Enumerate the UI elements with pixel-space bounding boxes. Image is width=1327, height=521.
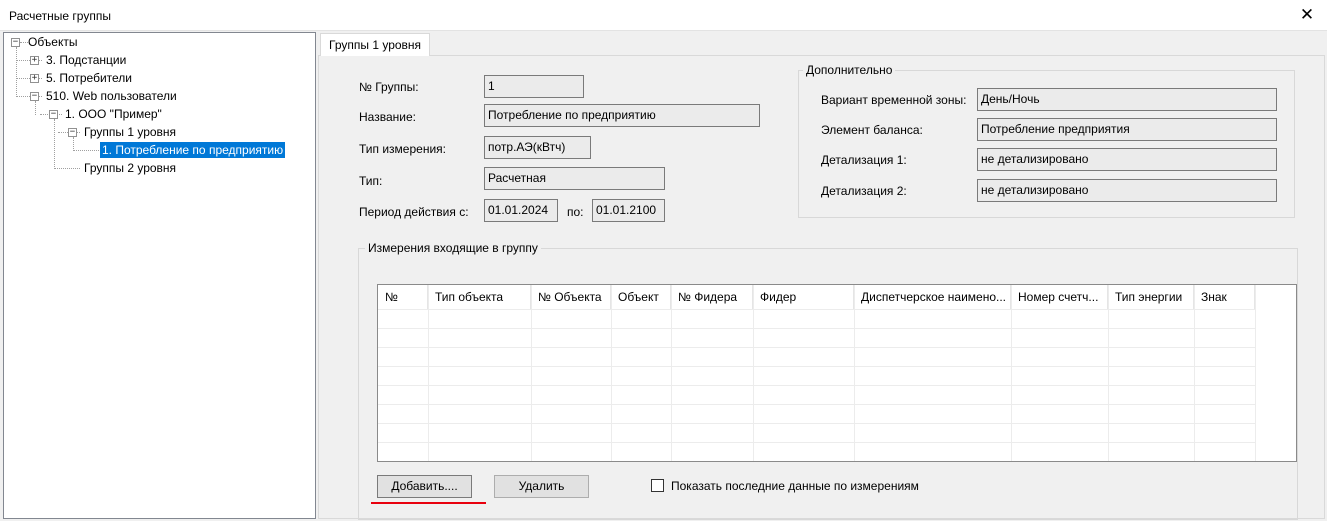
- tree-line: [73, 137, 74, 151]
- tree-line: [73, 150, 99, 151]
- tab-groups-level-1[interactable]: Группы 1 уровня: [320, 33, 431, 56]
- grid-row-line: [378, 385, 1255, 386]
- measure-type-label: Тип измерения:: [359, 142, 446, 156]
- balance-label: Элемент баланса:: [821, 123, 923, 137]
- expand-icon[interactable]: +: [30, 74, 39, 83]
- add-button[interactable]: Добавить....: [377, 475, 472, 498]
- type-field[interactable]: Расчетная: [484, 167, 665, 190]
- grid-col-line: [428, 285, 429, 461]
- tree-node-label: 1. Потребление по предприятию: [100, 142, 286, 158]
- column-header[interactable]: Объект: [611, 285, 671, 309]
- group-number-field[interactable]: 1: [484, 75, 584, 98]
- tree-line: [35, 101, 36, 115]
- grid-col-line: [854, 285, 855, 461]
- grid-header: № Тип объекта № Объекта Объект № Фидера …: [378, 285, 1255, 309]
- measurements-grid[interactable]: № Тип объекта № Объекта Объект № Фидера …: [377, 284, 1297, 462]
- collapse-icon[interactable]: −: [68, 128, 77, 137]
- tree-node-label: 510. Web пользователи: [46, 89, 177, 103]
- tree-line: [54, 168, 80, 169]
- column-header[interactable]: Номер счетч...: [1011, 285, 1108, 309]
- additional-legend: Дополнительно: [803, 63, 896, 77]
- column-header[interactable]: Тип объекта: [428, 285, 531, 309]
- collapse-icon[interactable]: −: [49, 110, 58, 119]
- tree-node-label: Группы 1 уровня: [84, 125, 177, 139]
- grid-row-line: [378, 328, 1255, 329]
- column-header[interactable]: № Фидера: [671, 285, 753, 309]
- tree-line: [54, 119, 55, 169]
- period-to-field[interactable]: 01.01.2100: [592, 199, 665, 222]
- column-header[interactable]: № Объекта: [531, 285, 611, 309]
- detail1-label: Детализация 1:: [821, 153, 907, 167]
- grid-col-line: [753, 285, 754, 461]
- column-header[interactable]: Знак: [1194, 285, 1255, 309]
- collapse-icon[interactable]: −: [11, 38, 20, 47]
- tree-node-label: 1. ООО "Пример": [65, 107, 162, 121]
- tree-line: [16, 47, 17, 97]
- expand-icon[interactable]: +: [30, 56, 39, 65]
- window-title: Расчетные группы: [9, 9, 111, 23]
- group-number-label: № Группы:: [359, 80, 419, 94]
- tree-node-label: Группы 2 уровня: [84, 161, 177, 175]
- grid-row-line: [378, 309, 1255, 310]
- period-from-label: Период действия с:: [359, 205, 469, 219]
- timezone-label: Вариант временной зоны:: [821, 93, 967, 107]
- detail2-field[interactable]: не детализировано: [977, 179, 1277, 202]
- grid-col-line: [1108, 285, 1109, 461]
- name-field[interactable]: Потребление по предприятию: [484, 104, 760, 127]
- annotation-underline: [371, 502, 486, 504]
- tree-node-label: 5. Потребители: [46, 71, 133, 85]
- grid-row-line: [378, 347, 1255, 348]
- grid-row-line: [378, 366, 1255, 367]
- column-header[interactable]: Фидер: [753, 285, 854, 309]
- grid-row-line: [378, 442, 1255, 443]
- grid-col-line: [1194, 285, 1195, 461]
- grid-col-line: [1011, 285, 1012, 461]
- period-from-field[interactable]: 01.01.2024: [484, 199, 558, 222]
- delete-button[interactable]: Удалить: [494, 475, 589, 498]
- period-to-label: по:: [567, 205, 584, 219]
- tree-node-label: 3. Подстанции: [46, 53, 127, 67]
- measure-type-field[interactable]: потр.АЭ(кВтч): [484, 136, 591, 159]
- grid-row-line: [378, 404, 1255, 405]
- collapse-icon[interactable]: −: [30, 92, 39, 101]
- timezone-field[interactable]: День/Ночь: [977, 88, 1277, 111]
- column-header[interactable]: Диспетчерское наимено...: [854, 285, 1011, 309]
- detail1-field[interactable]: не детализировано: [977, 148, 1277, 171]
- close-icon[interactable]: ✕: [1297, 5, 1317, 25]
- column-header[interactable]: №: [378, 285, 428, 309]
- type-label: Тип:: [359, 174, 383, 188]
- grid-col-line: [1255, 285, 1256, 461]
- column-header[interactable]: Тип энергии: [1108, 285, 1194, 309]
- title-bar: Расчетные группы ✕: [0, 0, 1327, 31]
- grid-col-line: [671, 285, 672, 461]
- grid-row-line: [378, 423, 1255, 424]
- grid-col-line: [611, 285, 612, 461]
- show-last-data-checkbox[interactable]: [651, 479, 664, 492]
- detail-panel: Группы 1 уровня № Группы: 1 Название: По…: [318, 32, 1325, 520]
- show-last-data-label[interactable]: Показать последние данные по измерениям: [671, 479, 919, 493]
- tree-node-label: Объекты: [28, 35, 78, 49]
- name-label: Название:: [359, 110, 416, 124]
- balance-field[interactable]: Потребление предприятия: [977, 118, 1277, 141]
- detail2-label: Детализация 2:: [821, 184, 907, 198]
- tab-content: № Группы: 1 Название: Потребление по пре…: [318, 55, 1325, 520]
- measurements-legend: Измерения входящие в группу: [365, 241, 541, 255]
- grid-col-line: [531, 285, 532, 461]
- object-tree[interactable]: − Объекты + 3. Подстанции + 5. Потребите…: [3, 32, 316, 519]
